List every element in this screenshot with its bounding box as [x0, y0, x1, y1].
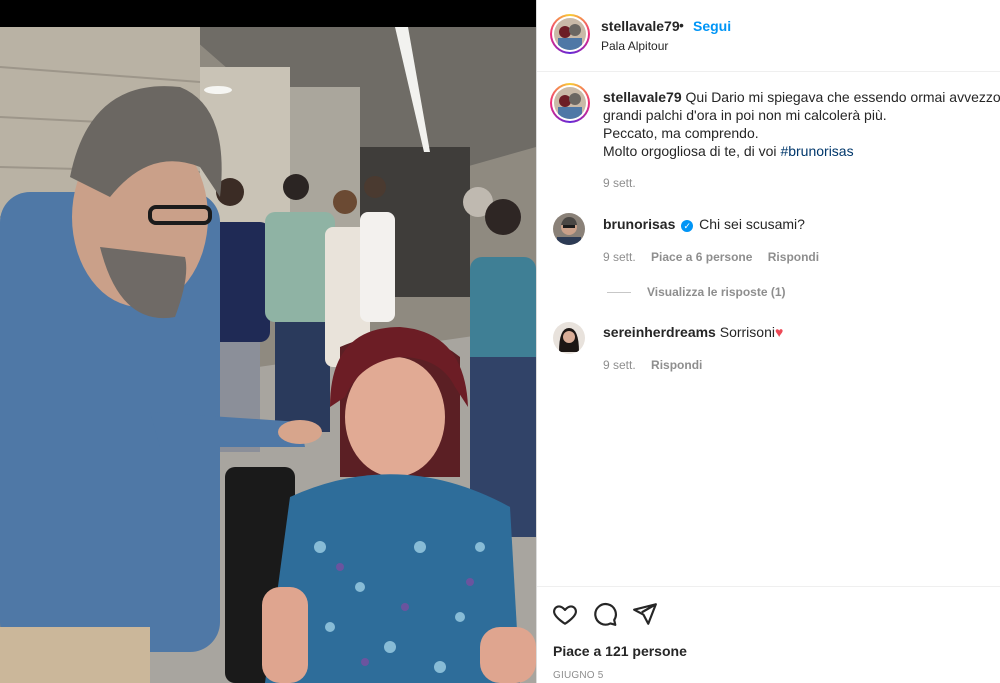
post-header: stellavale79 • Segui Pala Alpitour [537, 0, 1000, 72]
commenter-avatar-brunorisas[interactable] [553, 213, 585, 245]
comment-2: sereinherdreams Sorrisoni♥ [603, 323, 783, 341]
post-actions-bar: Piace a 121 persone GIUGNO 5 [537, 586, 1000, 683]
author-username[interactable]: stellavale79 [601, 18, 680, 34]
caption-text: stellavale79 Qui Dario mi spiegava che e… [603, 88, 1000, 160]
view-replies-button[interactable]: Visualizza le risposte (1) [647, 285, 786, 299]
location-link[interactable]: Pala Alpitour [601, 39, 668, 53]
post-date: GIUGNO 5 [553, 670, 604, 681]
caption-line-3: Peccato, ma comprendo. [603, 125, 759, 141]
caption-line-1: Qui Dario mi spiegava che essendo ormai … [685, 89, 1000, 105]
commenter-avatar-sereinherdreams[interactable] [553, 322, 585, 354]
author-avatar[interactable] [550, 14, 590, 54]
share-icon[interactable] [632, 601, 658, 627]
caption-username[interactable]: stellavale79 [603, 89, 682, 105]
caption-line-4: Molto orgogliosa di te, di voi [603, 143, 781, 159]
caption-time[interactable]: 9 sett. [603, 176, 636, 190]
post-details-panel: stellavale79 • Segui Pala Alpitour stell… [536, 0, 1000, 683]
comment-icon[interactable] [592, 601, 618, 627]
comment-2-reply-button[interactable]: Rispondi [651, 358, 702, 372]
comment-2-time[interactable]: 9 sett. [603, 358, 636, 372]
comments-section[interactable]: stellavale79 Qui Dario mi spiegava che e… [537, 72, 1000, 586]
comment-1-time[interactable]: 9 sett. [603, 250, 636, 264]
comment-1-username[interactable]: brunorisas [603, 216, 675, 232]
heart-icon[interactable] [552, 601, 578, 627]
hashtag-link[interactable]: #brunorisas [780, 143, 853, 159]
separator-dot: • [679, 17, 684, 33]
replies-divider [607, 292, 631, 293]
comment-1: brunorisas ✓ Chi sei scusami? [603, 215, 805, 233]
post-photo[interactable] [0, 27, 536, 683]
comment-2-meta: 9 sett. Rispondi [603, 358, 702, 372]
caption-line-2: grandi palchi d'ora in poi non mi calcol… [603, 107, 887, 123]
red-heart-emoji-icon: ♥ [774, 324, 784, 340]
caption-avatar[interactable] [550, 83, 590, 123]
instagram-post-view: stellavale79 • Segui Pala Alpitour stell… [0, 0, 1000, 683]
comment-2-text: Sorrisoni [719, 324, 775, 340]
comment-1-text: Chi sei scusami? [699, 216, 805, 232]
comment-1-likes[interactable]: Piace a 6 persone [651, 250, 752, 264]
comment-1-reply-button[interactable]: Rispondi [768, 250, 819, 264]
comment-2-username[interactable]: sereinherdreams [603, 324, 716, 340]
likes-count[interactable]: Piace a 121 persone [553, 643, 687, 659]
verified-badge-icon: ✓ [681, 220, 694, 232]
follow-button[interactable]: Segui [693, 18, 731, 34]
comment-1-meta: 9 sett. Piace a 6 persone Rispondi [603, 250, 819, 264]
post-media-pane [0, 0, 536, 683]
